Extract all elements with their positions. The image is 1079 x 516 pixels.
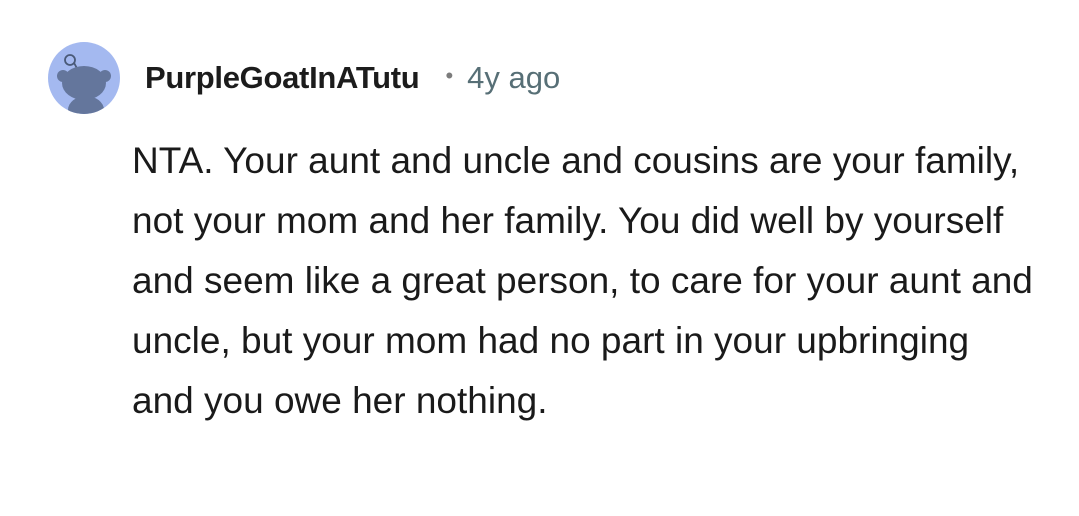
separator-dot: • (445, 63, 454, 88)
username-link[interactable]: PurpleGoatInATutu (145, 60, 420, 96)
comment: PurpleGoatInATutu • 4y ago NTA. Your aun… (0, 0, 1079, 516)
comment-timestamp[interactable]: 4y ago (467, 60, 560, 96)
snoo-avatar-icon (57, 54, 111, 114)
comment-header: PurpleGoatInATutu • 4y ago (145, 56, 560, 100)
user-avatar[interactable] (48, 42, 120, 114)
comment-body: NTA. Your aunt and uncle and cousins are… (132, 140, 1033, 421)
